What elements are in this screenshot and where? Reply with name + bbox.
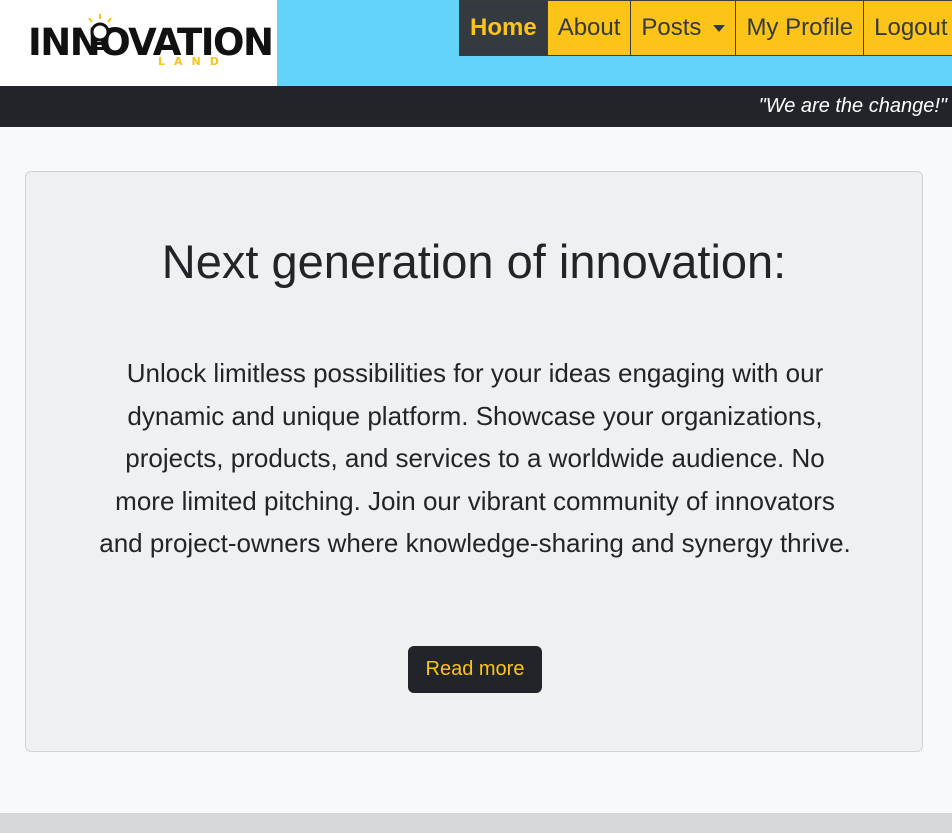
nav-my-profile-label: My Profile [746,14,854,41]
hero-card: Next generation of innovation: Unlock li… [25,171,923,752]
nav-home[interactable]: Home [459,0,548,56]
read-more-button[interactable]: Read more [408,646,542,693]
nav-home-label: Home [470,14,537,41]
nav-posts-dropdown[interactable]: Posts [630,0,737,56]
slogan-text: "We are the change!" [758,95,947,117]
main-nav: Home About Posts My Profile Logout [459,0,952,56]
nav-posts-label: Posts [641,14,702,41]
caret-down-icon [713,24,726,32]
nav-logout[interactable]: Logout [863,0,952,56]
footer-strip [0,813,952,833]
nav-about-label: About [557,14,621,41]
hero-title: Next generation of innovation: [161,235,787,288]
brand-logo[interactable]: INNOVATION LAND [0,0,277,86]
hero-description: Unlock limitless possibilities for your … [99,358,851,558]
logo-subtext: LAND [158,55,228,68]
nav-my-profile[interactable]: My Profile [735,0,865,56]
slogan-bar: "We are the change!" [0,86,952,127]
nav-about[interactable]: About [546,0,632,56]
lightbulb-icon [88,14,112,50]
top-navbar: INNOVATION LAND Home About Posts My Prof… [0,0,952,86]
logo-text: INNOVATION [28,21,274,64]
nav-logout-label: Logout [874,14,948,41]
